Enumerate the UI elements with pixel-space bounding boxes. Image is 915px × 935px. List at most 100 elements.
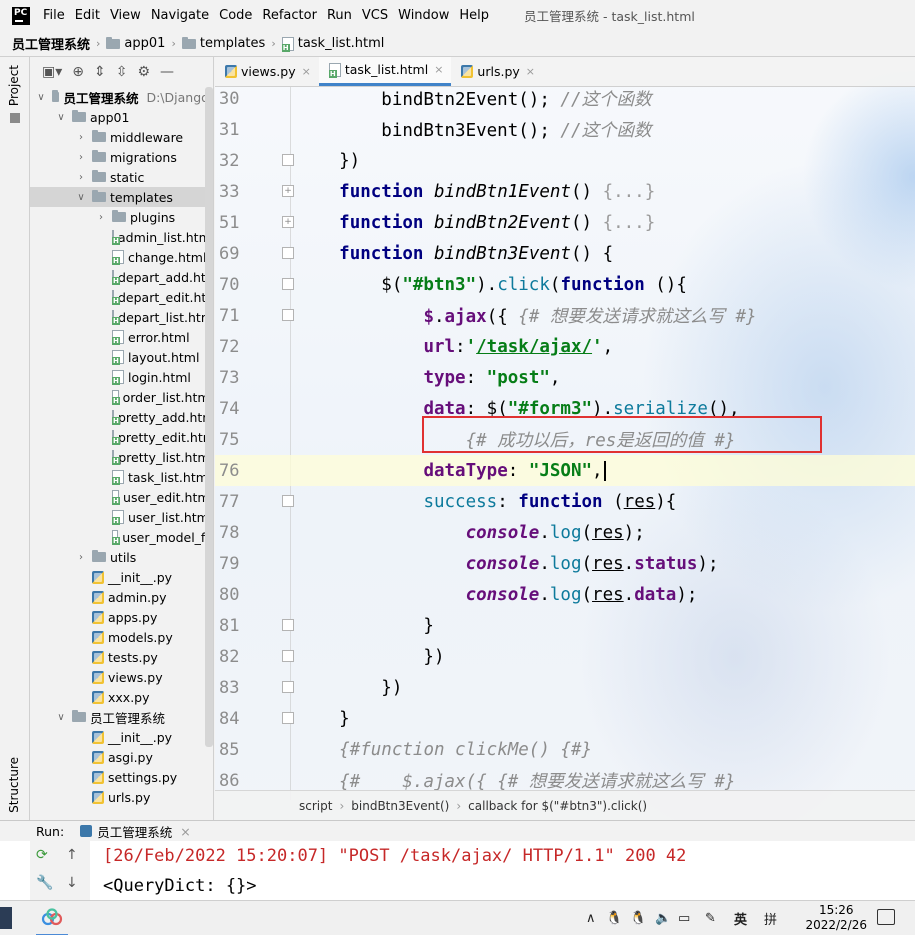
close-icon[interactable]: × bbox=[180, 824, 190, 839]
editor-tab[interactable]: task_list.html × bbox=[318, 57, 452, 86]
menu-view[interactable]: View bbox=[105, 8, 146, 23]
line-number[interactable]: 75 bbox=[219, 430, 245, 450]
down-arrow-icon[interactable]: ↓ bbox=[66, 875, 78, 891]
line-number[interactable]: 32 bbox=[219, 151, 245, 171]
breadcrumb-file[interactable]: task_list.html bbox=[281, 36, 384, 52]
line-number[interactable]: 76 bbox=[219, 461, 245, 481]
clock[interactable]: 15:26 2022/2/26 bbox=[805, 903, 867, 933]
tree-file[interactable]: user_model_fo bbox=[30, 527, 213, 547]
project-tool-tab[interactable]: Project bbox=[7, 65, 21, 106]
tree-file[interactable]: tests.py bbox=[30, 647, 213, 667]
tree-file[interactable]: admin_list.html bbox=[30, 227, 213, 247]
menu-window[interactable]: Window bbox=[393, 8, 454, 23]
tree-file[interactable]: pretty_list.html bbox=[30, 447, 213, 467]
chevron-down-icon[interactable]: ∨ bbox=[54, 712, 68, 723]
line-number[interactable]: 82 bbox=[219, 647, 245, 667]
tree-file[interactable]: urls.py bbox=[30, 787, 213, 807]
line-number[interactable]: 86 bbox=[219, 771, 245, 791]
eb-script[interactable]: script bbox=[299, 799, 332, 813]
expand-all-icon[interactable]: ⇕ bbox=[94, 64, 106, 80]
fold-collapse-icon[interactable] bbox=[282, 278, 294, 290]
tree-file[interactable]: depart_edit.htm bbox=[30, 287, 213, 307]
tree-folder-utils[interactable]: › utils bbox=[30, 547, 213, 567]
structure-tool-tab[interactable]: Structure bbox=[7, 757, 21, 813]
gear-icon[interactable]: ⚙ bbox=[137, 64, 150, 80]
tree-file[interactable]: asgi.py bbox=[30, 747, 213, 767]
tree-file[interactable]: models.py bbox=[30, 627, 213, 647]
tree-root[interactable]: ∨ 员工管理系统 D:\Django\ bbox=[30, 87, 213, 107]
tree-folder-app01[interactable]: ∨ app01 bbox=[30, 107, 213, 127]
tree-file[interactable]: login.html bbox=[30, 367, 213, 387]
close-icon[interactable]: × bbox=[302, 65, 311, 78]
line-number[interactable]: 51 bbox=[219, 213, 245, 233]
line-number[interactable]: 72 bbox=[219, 337, 245, 357]
fold-collapse-icon[interactable] bbox=[282, 495, 294, 507]
menu-refactor[interactable]: Refactor bbox=[257, 8, 322, 23]
fold-expand-icon[interactable]: + bbox=[282, 185, 294, 197]
chevron-right-icon[interactable]: › bbox=[74, 132, 88, 143]
pycharm-logo-icon[interactable]: PC bbox=[12, 6, 30, 25]
tree-file[interactable]: views.py bbox=[30, 667, 213, 687]
menu-run[interactable]: Run bbox=[322, 8, 357, 23]
chevron-right-icon[interactable]: › bbox=[94, 212, 108, 223]
tree-folder-templates[interactable]: ∨ templates bbox=[30, 187, 213, 207]
tree-folder-static[interactable]: › static bbox=[30, 167, 213, 187]
volume-icon[interactable]: 🔈 bbox=[655, 901, 671, 935]
tree-file[interactable]: pretty_add.htm bbox=[30, 407, 213, 427]
tree-file[interactable]: depart_list.htm bbox=[30, 307, 213, 327]
line-number[interactable]: 78 bbox=[219, 523, 245, 543]
up-arrow-icon[interactable]: ↑ bbox=[66, 847, 78, 863]
tree-file[interactable]: xxx.py bbox=[30, 687, 213, 707]
rerun-icon[interactable]: ⟳ bbox=[36, 847, 48, 863]
qq-icon[interactable]: 🐧 bbox=[606, 901, 622, 935]
tree-folder-middleware[interactable]: › middleware bbox=[30, 127, 213, 147]
line-number[interactable]: 84 bbox=[219, 709, 245, 729]
tree-folder-package[interactable]: ∨ 员工管理系统 bbox=[30, 707, 213, 727]
line-number[interactable]: 74 bbox=[219, 399, 245, 419]
fold-collapse-icon[interactable] bbox=[282, 309, 294, 321]
fold-collapse-icon[interactable] bbox=[282, 154, 294, 166]
breadcrumb-app01[interactable]: app01 bbox=[106, 36, 165, 51]
qq-icon[interactable]: 🐧 bbox=[630, 901, 646, 935]
tree-file[interactable]: admin.py bbox=[30, 587, 213, 607]
show-hidden-icon[interactable]: ∧ bbox=[586, 901, 596, 935]
menu-navigate[interactable]: Navigate bbox=[146, 8, 214, 23]
line-number[interactable]: 31 bbox=[219, 120, 245, 140]
chevron-down-icon[interactable]: ∨ bbox=[74, 192, 88, 203]
line-number[interactable]: 77 bbox=[219, 492, 245, 512]
menu-edit[interactable]: Edit bbox=[70, 8, 105, 23]
tree-file[interactable]: user_edit.html bbox=[30, 487, 213, 507]
taskbar-edge-icon[interactable] bbox=[0, 907, 12, 929]
pen-icon[interactable]: ✎ bbox=[705, 901, 716, 935]
tree-file[interactable]: __init__.py bbox=[30, 727, 213, 747]
code-area[interactable]: 30 bindBtn2Event(); //这个函数 31 bindBtn3Eve… bbox=[215, 87, 915, 800]
chevron-right-icon[interactable]: › bbox=[74, 172, 88, 183]
tree-file[interactable]: order_list.html bbox=[30, 387, 213, 407]
close-icon[interactable]: × bbox=[526, 65, 535, 78]
line-number[interactable]: 33 bbox=[219, 182, 245, 202]
line-number[interactable]: 83 bbox=[219, 678, 245, 698]
line-number[interactable]: 73 bbox=[219, 368, 245, 388]
fold-expand-icon[interactable]: + bbox=[282, 216, 294, 228]
menu-file[interactable]: File bbox=[38, 8, 70, 23]
fold-collapse-icon[interactable] bbox=[282, 247, 294, 259]
tree-file[interactable]: task_list.html bbox=[30, 467, 213, 487]
tree-file[interactable]: pretty_edit.htm bbox=[30, 427, 213, 447]
taskbar-app-icon[interactable] bbox=[36, 901, 68, 935]
tree-file[interactable]: depart_add.htm bbox=[30, 267, 213, 287]
view-mode-icon[interactable]: ▣▾ bbox=[42, 64, 62, 80]
tree-file[interactable]: apps.py bbox=[30, 607, 213, 627]
line-number[interactable]: 80 bbox=[219, 585, 245, 605]
locate-icon[interactable]: ⊕ bbox=[72, 64, 84, 80]
line-number[interactable]: 81 bbox=[219, 616, 245, 636]
breadcrumb-project[interactable]: 员工管理系统 bbox=[12, 34, 90, 53]
chevron-right-icon[interactable]: › bbox=[74, 552, 88, 563]
line-number[interactable]: 70 bbox=[219, 275, 245, 295]
collapse-all-icon[interactable]: ⇳ bbox=[116, 64, 128, 80]
chevron-down-icon[interactable]: ∨ bbox=[34, 92, 48, 103]
fold-collapse-icon[interactable] bbox=[282, 712, 294, 724]
menu-code[interactable]: Code bbox=[214, 8, 257, 23]
line-number[interactable]: 85 bbox=[219, 740, 245, 760]
fold-collapse-icon[interactable] bbox=[282, 650, 294, 662]
wrench-icon[interactable]: 🔧 bbox=[36, 875, 53, 891]
